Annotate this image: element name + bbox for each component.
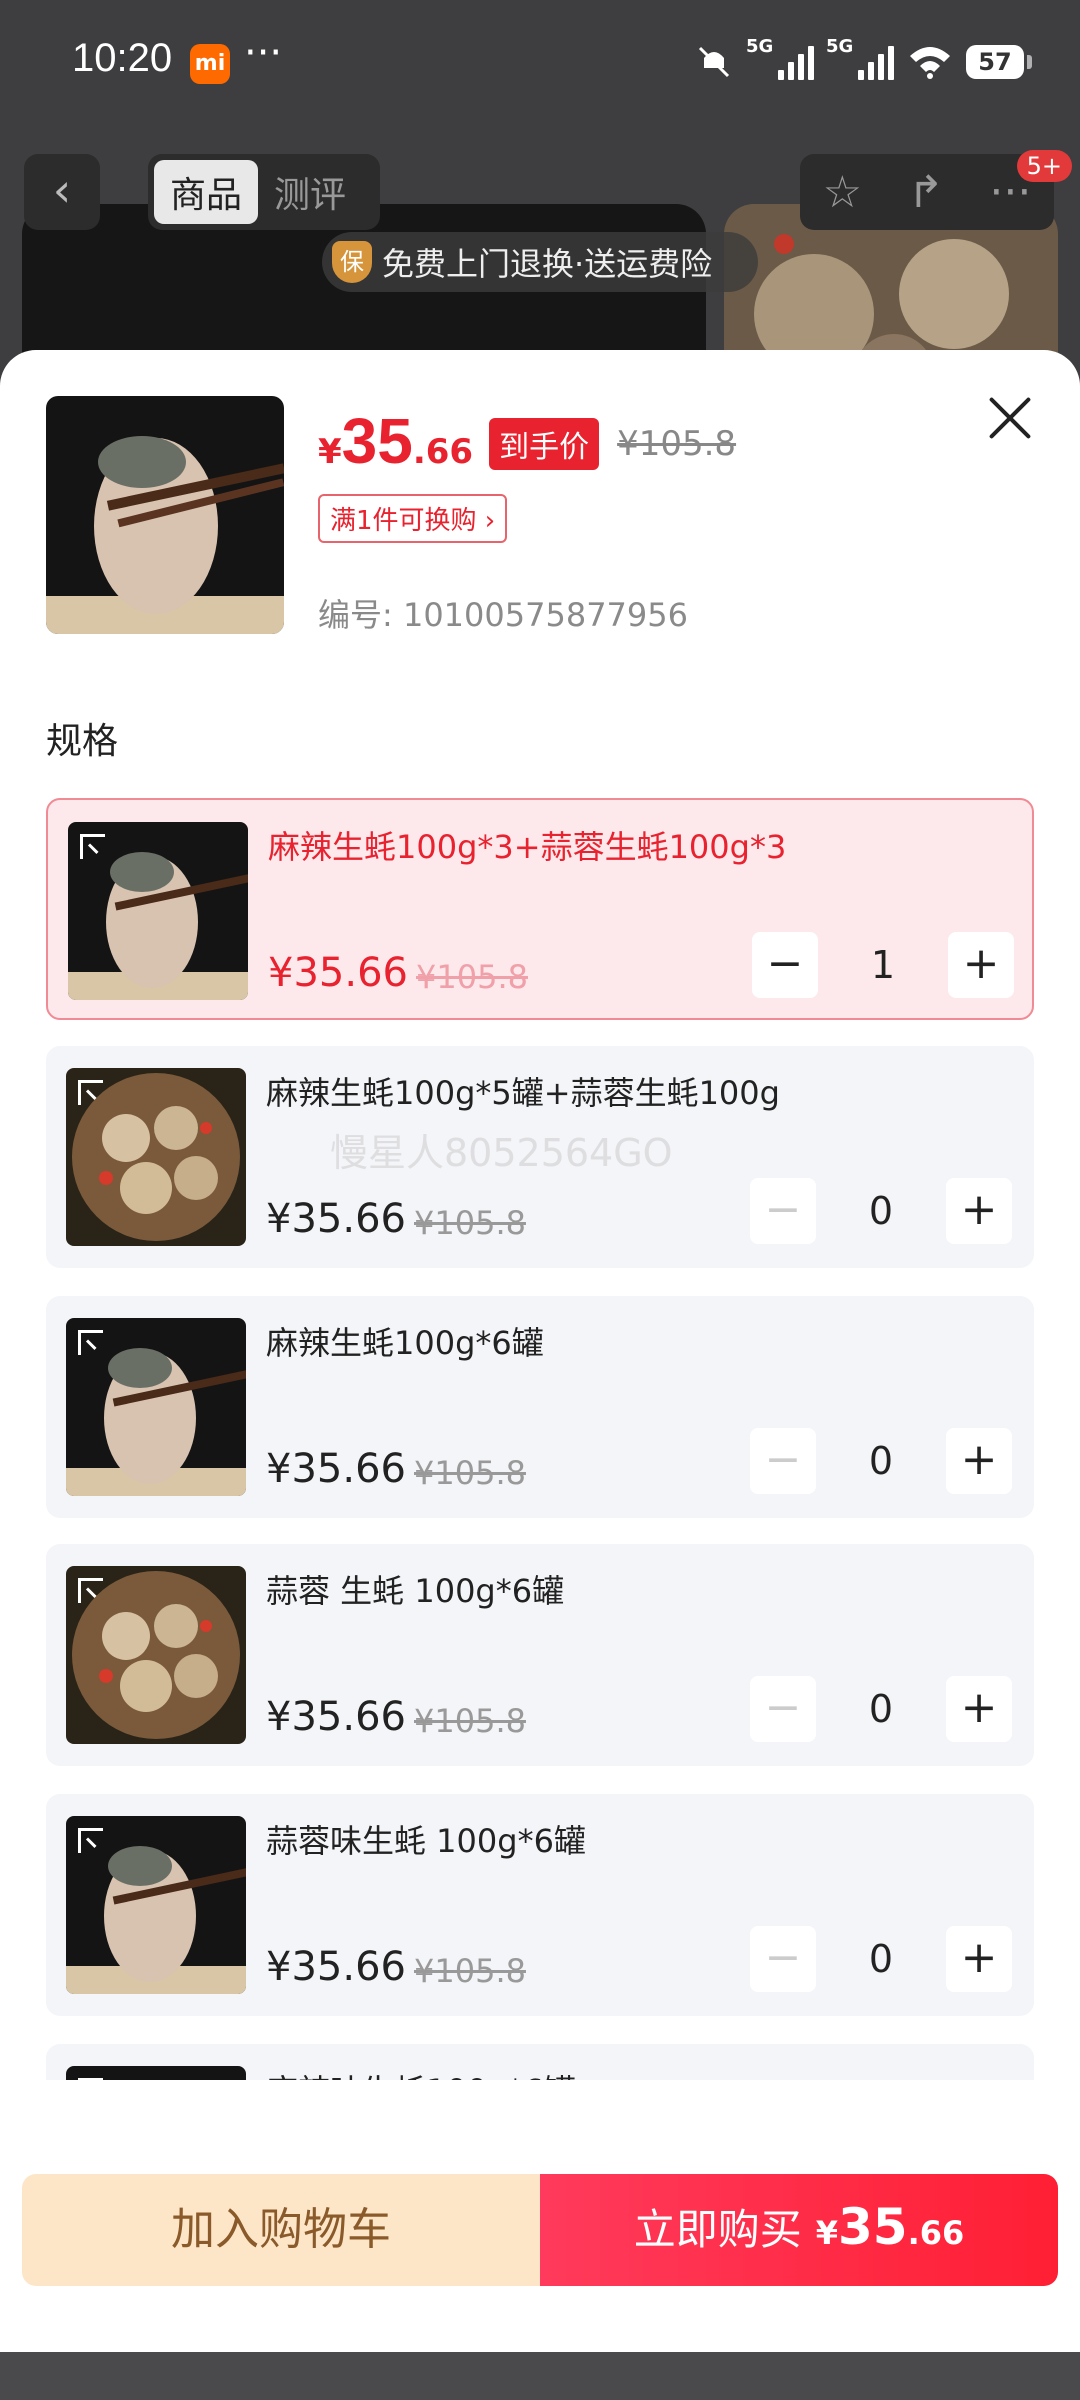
option-name: 麻辣生蚝100g*5罐+蒜蓉生蚝100g [266,1074,780,1112]
page-tabs: 商品 测评 [148,154,380,230]
quantity-value[interactable]: 0 [816,1676,946,1742]
decrease-button[interactable]: − [750,1676,816,1742]
header-actions: ☆ ↱ ··· [800,154,1054,230]
wifi-icon [910,47,950,79]
increase-button[interactable]: + [946,1178,1012,1244]
status-icons: 5G 5G 57 [694,36,1032,86]
quantity-stepper: − 0 + [750,1178,1012,1244]
sku-code: 编号: 10100575877956 [318,596,688,634]
tab-goods[interactable]: 商品 [154,160,259,224]
increase-button[interactable]: + [948,932,1014,998]
sku-selection-sheet: ¥ 35 .66 到手价 ¥105.8 满1件可换购 › 编号: 1010057… [0,350,1080,2350]
option-original-price: ¥105.8 [414,1952,526,1990]
status-bar: 10:20 mi ··· 5G 5G 57 [0,0,1080,128]
quantity-stepper: − 0 + [750,1428,1012,1494]
tab-reviews[interactable]: 测评 [258,160,362,224]
status-time: 10:20 [72,36,173,80]
increase-button[interactable]: + [946,1676,1012,1742]
selected-product-thumbnail[interactable] [46,396,284,634]
spec-option[interactable]: 蒜蓉 生蚝 100g*6罐 ¥35.66 ¥105.8 − 0 + [46,1544,1034,1766]
buy-price-decimal: .66 [907,2214,965,2252]
buy-price-currency: ¥ [815,2214,838,2252]
expand-icon[interactable] [78,1828,103,1853]
option-name: 蒜蓉 生蚝 100g*6罐 [266,1572,565,1610]
battery-icon: 57 [966,45,1032,79]
exchange-offer-link[interactable]: 满1件可换购 › [318,494,508,543]
network-type-2: 5G [826,36,854,57]
buy-price-integer: 35 [838,2198,908,2256]
spec-option[interactable]: 麻辣生蚝100g*6罐 ¥35.66 ¥105.8 − 0 + [46,1296,1034,1518]
option-thumbnail[interactable] [66,1068,246,1246]
quantity-stepper: − 0 + [750,1926,1012,1992]
expand-icon[interactable] [80,834,105,859]
watermark-text: 慢星人8052564GO [330,1131,673,1175]
expand-icon[interactable] [78,1578,103,1603]
guarantee-text: 免费上门退换·送运费险 [382,245,713,283]
add-to-cart-button[interactable]: 加入购物车 [22,2174,540,2286]
option-thumbnail[interactable] [66,1318,246,1496]
mi-app-icon: mi [190,44,230,84]
mute-icon [698,46,730,78]
close-icon[interactable] [986,394,1034,442]
quantity-value[interactable]: 0 [816,1428,946,1494]
spec-option[interactable]: 麻辣生蚝100g*3+蒜蓉生蚝100g*3 ¥35.66 ¥105.8 − 1 … [46,798,1034,1020]
back-button[interactable]: ‹ [24,154,100,230]
quantity-stepper: − 0 + [750,1676,1012,1742]
option-price: ¥35.66 [266,1694,406,1740]
price-integer: 35 [341,405,413,477]
decrease-button[interactable]: − [750,1178,816,1244]
share-icon[interactable]: ↱ [907,167,944,218]
system-nav-area [0,2352,1080,2400]
quantity-stepper: − 1 + [752,932,1014,998]
guarantee-banner: 保 免费上门退换·送运费险 [322,232,758,292]
price-decimal: .66 [412,432,474,472]
final-price-tag: 到手价 [489,418,600,470]
spec-section-title: 规格 [46,721,119,762]
increase-button[interactable]: + [946,1428,1012,1494]
buy-now-button[interactable]: 立即购买 ¥ 35 .66 [540,2174,1058,2286]
quantity-value[interactable]: 0 [816,1926,946,1992]
spec-option[interactable]: 蒜蓉味生蚝 100g*6罐 ¥35.66 ¥105.8 − 0 + [46,1794,1034,2016]
original-price: ¥105.8 [617,424,737,464]
increase-button[interactable]: + [946,1926,1012,1992]
decrease-button[interactable]: − [752,932,818,998]
option-original-price: ¥105.8 [416,958,528,996]
signal-icon-2: 5G [826,36,894,80]
signal-icon-1: 5G [746,36,814,80]
option-thumbnail[interactable] [68,822,248,1000]
price-currency: ¥ [318,432,342,472]
option-thumbnail[interactable] [66,1566,246,1744]
option-original-price: ¥105.8 [414,1702,526,1740]
decrease-button[interactable]: − [750,1428,816,1494]
quantity-value[interactable]: 1 [818,932,948,998]
option-original-price: ¥105.8 [414,1454,526,1492]
decrease-button[interactable]: − [750,1926,816,1992]
option-name: 麻辣生蚝100g*6罐 [266,1324,544,1362]
message-badge: 5+ [1016,150,1072,182]
option-name: 麻辣生蚝100g*3+蒜蓉生蚝100g*3 [268,828,787,866]
quantity-value[interactable]: 0 [816,1178,946,1244]
product-page-background: ‹ 商品 测评 ☆ ↱ ··· 5+ 保 免费上门退换·送运费险 [0,128,1080,404]
network-type-1: 5G [746,36,774,57]
buy-now-label: 立即购买 [633,2205,802,2254]
option-name: 蒜蓉味生蚝 100g*6罐 [266,1822,586,1860]
option-price: ¥35.66 [268,950,408,996]
guarantee-shield-icon: 保 [332,241,372,283]
expand-icon[interactable] [78,1080,103,1105]
expand-icon[interactable] [78,1330,103,1355]
option-price: ¥35.66 [266,1446,406,1492]
option-price: ¥35.66 [266,1944,406,1990]
favorite-star-icon[interactable]: ☆ [823,167,862,218]
option-original-price: ¥105.8 [414,1204,526,1242]
more-notifications-icon: ··· [244,30,283,76]
price-row: ¥ 35 .66 到手价 ¥105.8 [318,404,736,478]
option-thumbnail[interactable] [66,1816,246,1994]
option-price: ¥35.66 [266,1196,406,1242]
